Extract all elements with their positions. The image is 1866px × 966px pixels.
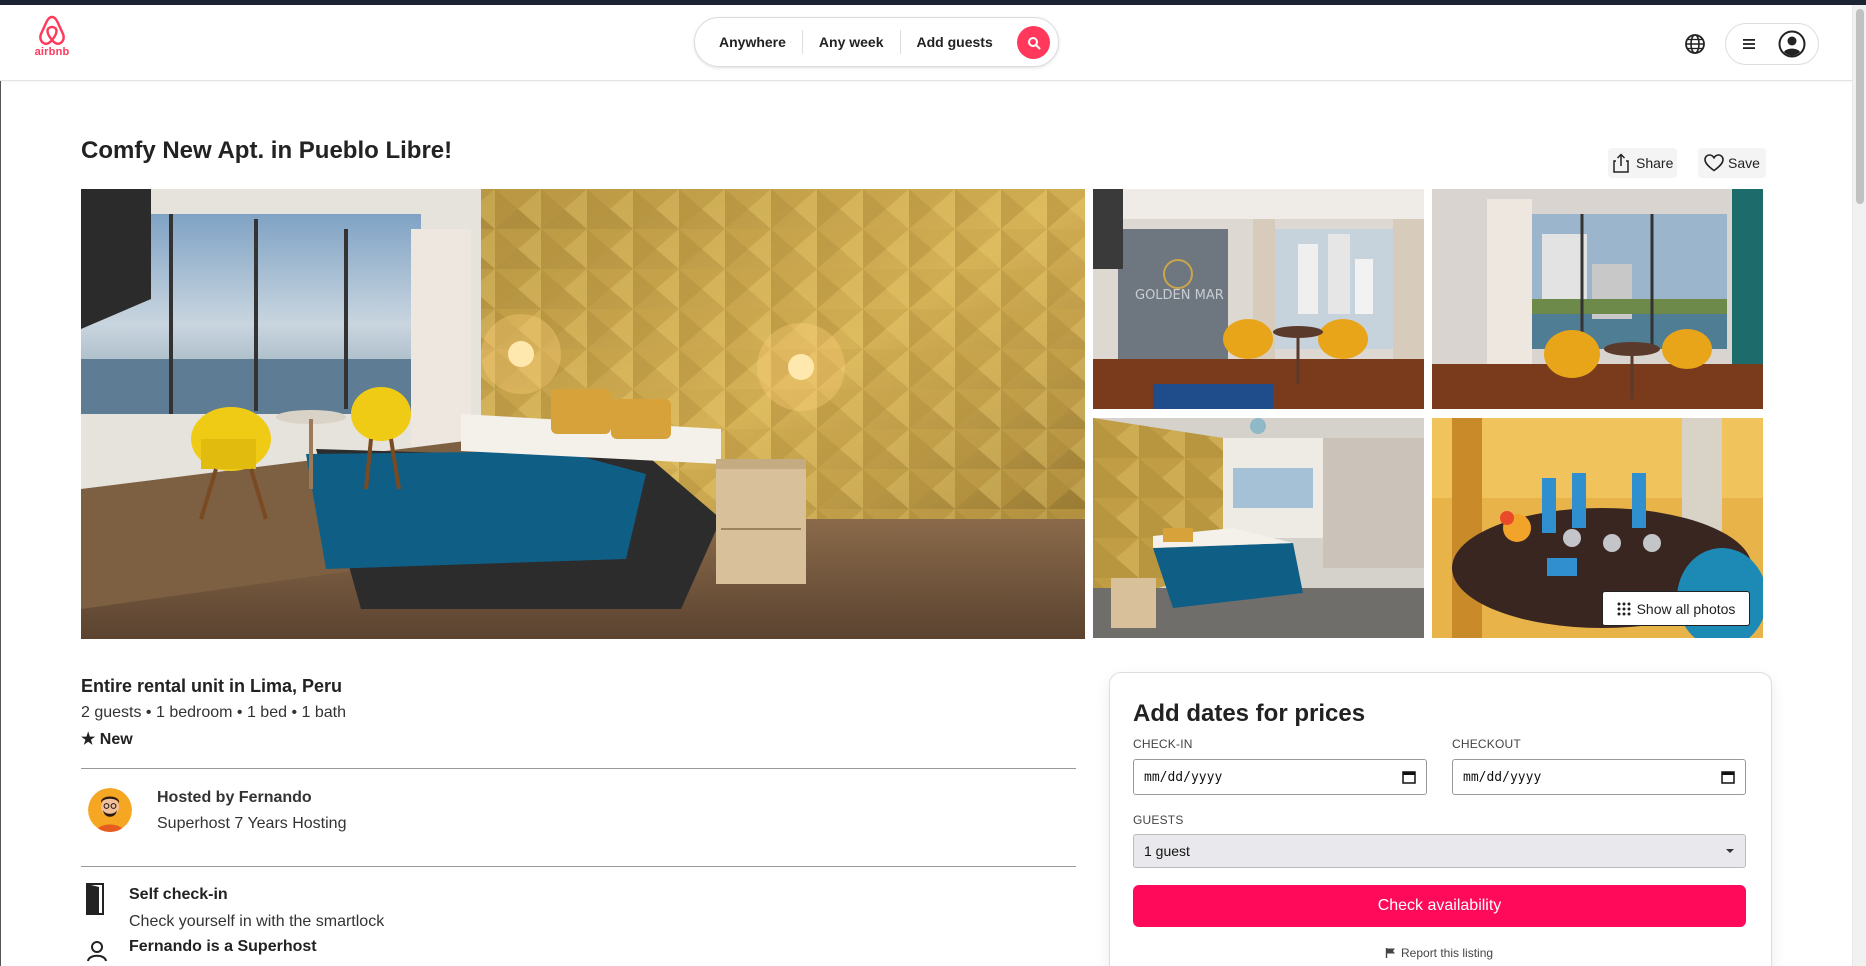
checkout-date-value: mm/dd/yyyy [1463, 769, 1542, 785]
booking-title: Add dates for prices [1133, 700, 1366, 727]
listing-title: Comfy New Apt. in Pueblo Libre! [81, 137, 453, 164]
heart-icon [1704, 154, 1724, 172]
calendar-icon[interactable] [1721, 770, 1735, 784]
door-icon [84, 882, 108, 921]
share-label: Share [1636, 155, 1674, 171]
show-all-photos-label: Show all photos [1636, 600, 1736, 617]
section-divider [81, 768, 1076, 769]
save-button[interactable]: Save [1698, 148, 1766, 178]
save-label: Save [1728, 155, 1760, 171]
user-menu-button[interactable] [1725, 23, 1819, 65]
chevron-down-icon [1726, 849, 1734, 853]
calendar-icon[interactable] [1402, 770, 1416, 784]
search-button[interactable] [1017, 26, 1050, 59]
guests-select[interactable]: 1 guest [1133, 834, 1746, 868]
svg-text:GOLDEN MAR: GOLDEN MAR [1135, 288, 1224, 303]
airbnb-logo[interactable]: airbnb [32, 15, 72, 65]
page-scrollbar[interactable] [1852, 5, 1866, 966]
share-button[interactable]: Share [1608, 148, 1678, 178]
flag-icon [1385, 948, 1395, 958]
person-icon [86, 940, 108, 966]
checkout-label: CHECKOUT [1452, 737, 1521, 751]
airbnb-logo-icon [39, 15, 65, 45]
checkout-date-input[interactable]: mm/dd/yyyy [1452, 759, 1746, 795]
search-icon [1027, 36, 1040, 49]
search-add-guests[interactable]: Add guests [901, 30, 1009, 54]
search-bar[interactable]: Anywhere Any week Add guests [694, 17, 1059, 67]
feature-sub-self-checkin: Check yourself in with the smartlock [129, 913, 385, 930]
window-edge [0, 5, 1, 966]
section-divider [81, 866, 1076, 867]
hamburger-icon [1743, 39, 1755, 49]
listing-subtitle: Entire rental unit in Lima, Peru [81, 676, 343, 696]
report-listing-label: Report this listing [1401, 946, 1494, 960]
share-icon [1613, 153, 1629, 173]
host-name: Hosted by Fernando [157, 789, 312, 806]
host-avatar-image [88, 788, 132, 832]
photo-2[interactable]: GOLDEN MAR [1093, 189, 1424, 409]
site-header: airbnb Anywhere Any week Add guests [0, 5, 1852, 81]
host-avatar[interactable] [88, 788, 132, 832]
globe-icon [1685, 34, 1705, 54]
guests-select-value: 1 guest [1144, 843, 1190, 859]
search-anywhere[interactable]: Anywhere [695, 30, 802, 54]
show-all-photos-button[interactable]: Show all photos [1602, 591, 1750, 626]
user-avatar-icon [1778, 30, 1806, 58]
check-availability-button[interactable]: Check availability [1133, 885, 1746, 927]
room-overview-photo-image [1093, 418, 1424, 638]
window-view-photo-image [1432, 189, 1763, 409]
feature-title-self-checkin: Self check-in [129, 886, 228, 903]
report-listing-link[interactable]: Report this listing [1385, 946, 1493, 960]
listing-rating: ★ New [81, 731, 133, 748]
bedroom-photo-image [81, 189, 1085, 639]
checkin-date-input[interactable]: mm/dd/yyyy [1133, 759, 1427, 795]
logo-text: airbnb [34, 46, 70, 58]
guests-label: GUESTS [1133, 813, 1184, 827]
scrollbar-thumb[interactable] [1856, 9, 1864, 204]
photo-4[interactable] [1093, 418, 1424, 638]
search-any-week[interactable]: Any week [803, 30, 900, 54]
checkin-date-value: mm/dd/yyyy [1144, 769, 1223, 785]
grid-dots-icon [1617, 602, 1631, 615]
listing-details: 2 guests • 1 bedroom • 1 bed • 1 bath [81, 704, 346, 721]
photo-3[interactable] [1432, 189, 1763, 409]
language-button[interactable] [1682, 31, 1708, 57]
feature-title-superhost: Fernando is a Superhost [129, 938, 317, 955]
checkin-label: CHECK-IN [1133, 737, 1193, 751]
main-photo[interactable] [81, 189, 1085, 639]
lounge-photo-image: GOLDEN MAR [1093, 189, 1424, 409]
check-availability-label: Check availability [1377, 897, 1502, 914]
host-subtitle: Superhost 7 Years Hosting [157, 815, 347, 832]
